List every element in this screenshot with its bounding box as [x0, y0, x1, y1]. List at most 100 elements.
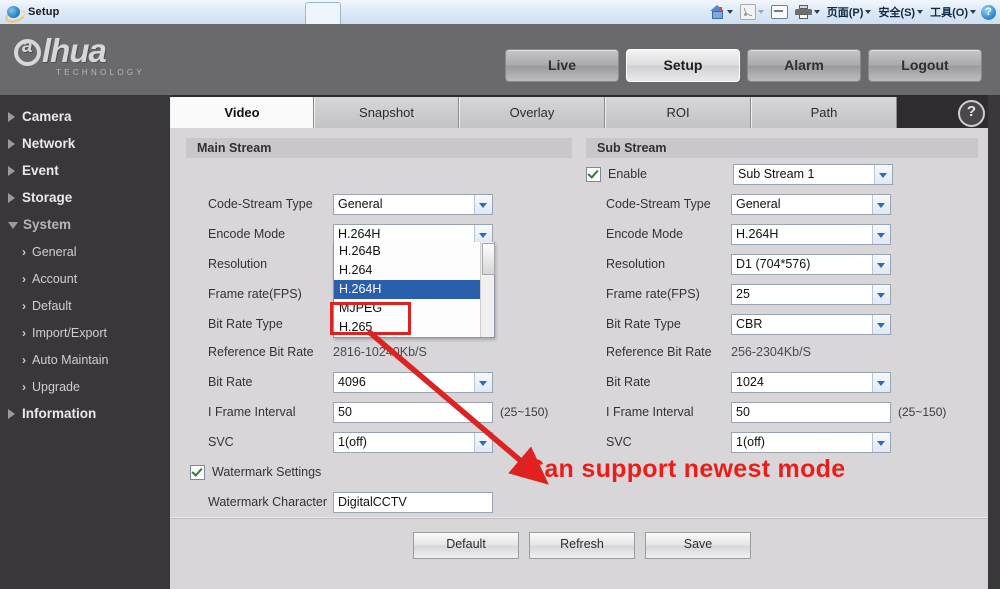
feeds-button[interactable] [738, 4, 766, 20]
select-sub-stream-index[interactable]: Sub Stream 1 [733, 163, 893, 185]
read-mail-button[interactable] [769, 5, 790, 19]
nav-setup[interactable]: Setup [626, 49, 740, 82]
sidebar-item-default[interactable]: › Default [0, 292, 170, 319]
sidebar-item-label: Network [22, 136, 76, 151]
new-tab-icon[interactable] [305, 2, 341, 24]
main-stream-header: Main Stream [186, 138, 572, 158]
sidebar-item-general[interactable]: › General [0, 238, 170, 265]
logo-at-icon [14, 37, 41, 66]
sidebar-item-event[interactable]: Event [0, 157, 170, 184]
checkbox-watermark-settings[interactable] [190, 464, 205, 480]
chevron-down-icon [970, 10, 976, 14]
label-encode-mode: Encode Mode [208, 227, 286, 241]
app-header: lhua TECHNOLOGY Live Setup Alarm Logout [0, 24, 1000, 95]
select-main-bit-rate[interactable]: 4096 [333, 371, 493, 393]
chevron-down-icon [474, 224, 492, 244]
dropdown-option-h264h[interactable]: H.264H [334, 280, 494, 299]
input-main-i-frame-interval[interactable]: 50 [333, 401, 493, 423]
right-edge-strip [988, 95, 994, 589]
sidebar-item-upgrade[interactable]: › Upgrade [0, 373, 170, 400]
action-buttons: Default Refresh Save [170, 532, 994, 559]
scrollbar-thumb[interactable] [482, 243, 495, 275]
chevron-down-icon [872, 284, 890, 304]
sidebar-item-label: Camera [22, 109, 72, 124]
home-button[interactable] [708, 5, 735, 19]
select-sub-frame-rate[interactable]: 25 [731, 283, 891, 305]
row-sub-frame-rate: Frame rate(FPS) 25 [606, 281, 996, 307]
sidebar-item-auto-maintain[interactable]: › Auto Maintain [0, 346, 170, 373]
page-menu[interactable]: 页面(P) [825, 4, 874, 20]
dropdown-option-h265[interactable]: H.265 [334, 318, 494, 337]
select-value: D1 (704*576) [736, 256, 811, 271]
checkbox-sub-enable[interactable] [586, 166, 601, 182]
main-nav: Live Setup Alarm Logout [505, 49, 982, 82]
tools-menu[interactable]: 工具(O) [928, 4, 978, 20]
sidebar-item-network[interactable]: Network [0, 130, 170, 157]
logo-subtitle: TECHNOLOGY [56, 68, 146, 77]
nav-alarm[interactable]: Alarm [747, 49, 861, 82]
select-value: 4096 [338, 374, 366, 389]
hint-sub-i-frame-range: (25~150) [898, 405, 947, 419]
chevron-down-icon [917, 10, 924, 14]
help-icon[interactable]: ? [958, 100, 985, 127]
browser-help-icon[interactable]: ? [981, 4, 996, 20]
label-sub-enable: Enable [608, 167, 647, 181]
sidebar-sub-label: General [32, 244, 77, 259]
select-sub-code-stream-type[interactable]: General [731, 193, 891, 215]
default-button[interactable]: Default [413, 532, 519, 559]
feeds-icon [739, 4, 756, 20]
select-main-svc[interactable]: 1(off) [333, 431, 493, 453]
sidebar-item-system[interactable]: System [0, 211, 170, 238]
sidebar-item-camera[interactable]: Camera [0, 103, 170, 130]
print-button[interactable] [793, 5, 822, 19]
label-bit-rate: Bit Rate [208, 375, 253, 389]
select-main-code-stream-type[interactable]: General [333, 193, 493, 215]
sidebar-item-storage[interactable]: Storage [0, 184, 170, 211]
label-frame-rate: Frame rate(FPS) [208, 287, 302, 301]
chevron-down-icon [726, 10, 733, 14]
label-sub-i-frame-interval: I Frame Interval [606, 405, 694, 419]
triangle-right-icon [8, 165, 15, 176]
label-sub-encode-mode: Encode Mode [606, 227, 684, 241]
input-sub-i-frame-interval[interactable]: 50 [731, 401, 891, 423]
dropdown-option-h264[interactable]: H.264 [334, 261, 494, 280]
dropdown-scrollbar[interactable] [480, 242, 495, 337]
row-main-watermark-character: Watermark Character DigitalCCTV [208, 489, 548, 515]
tab-video[interactable]: Video [170, 97, 314, 128]
safety-menu[interactable]: 安全(S) [876, 4, 925, 20]
triangle-right-icon [8, 138, 15, 149]
tools-menu-label: 工具(O) [930, 7, 968, 19]
body-area: Camera Network Event Storage System › Ge… [0, 95, 1000, 589]
select-sub-bit-rate[interactable]: 1024 [731, 371, 891, 393]
label-reference-bit-rate: Reference Bit Rate [208, 345, 314, 359]
encode-mode-dropdown-list[interactable]: H.264B H.264 H.264H MJPEG H.265 [333, 242, 495, 338]
select-value: 1(off) [338, 434, 367, 449]
sidebar-sub-label: Upgrade [32, 379, 80, 394]
print-icon [794, 5, 812, 19]
refresh-button[interactable]: Refresh [529, 532, 635, 559]
tab-path[interactable]: Path [751, 97, 897, 128]
select-sub-encode-mode[interactable]: H.264H [731, 223, 891, 245]
select-sub-resolution[interactable]: D1 (704*576) [731, 253, 891, 275]
input-watermark-character[interactable]: DigitalCCTV [333, 491, 493, 513]
select-sub-svc[interactable]: 1(off) [731, 431, 891, 453]
label-sub-frame-rate: Frame rate(FPS) [606, 287, 700, 301]
sidebar-sub-label: Import/Export [32, 325, 108, 340]
sidebar-item-information[interactable]: Information [0, 400, 170, 427]
ie-logo-icon [3, 4, 28, 25]
nav-live[interactable]: Live [505, 49, 619, 82]
dropdown-option-mjpeg[interactable]: MJPEG [334, 299, 494, 318]
select-sub-bit-rate-type[interactable]: CBR [731, 313, 891, 335]
tab-snapshot[interactable]: Snapshot [314, 97, 459, 128]
chevron-right-icon: › [22, 325, 26, 340]
tab-roi[interactable]: ROI [605, 97, 751, 128]
tab-overlay[interactable]: Overlay [459, 97, 605, 128]
select-value: 1(off) [736, 434, 765, 449]
save-button[interactable]: Save [645, 532, 751, 559]
sidebar-item-account[interactable]: › Account [0, 265, 170, 292]
dropdown-option-h264b[interactable]: H.264B [334, 242, 494, 261]
sidebar-item-import-export[interactable]: › Import/Export [0, 319, 170, 346]
nav-logout[interactable]: Logout [868, 49, 982, 82]
chevron-down-icon [813, 10, 820, 14]
row-sub-svc: SVC 1(off) [606, 429, 996, 455]
